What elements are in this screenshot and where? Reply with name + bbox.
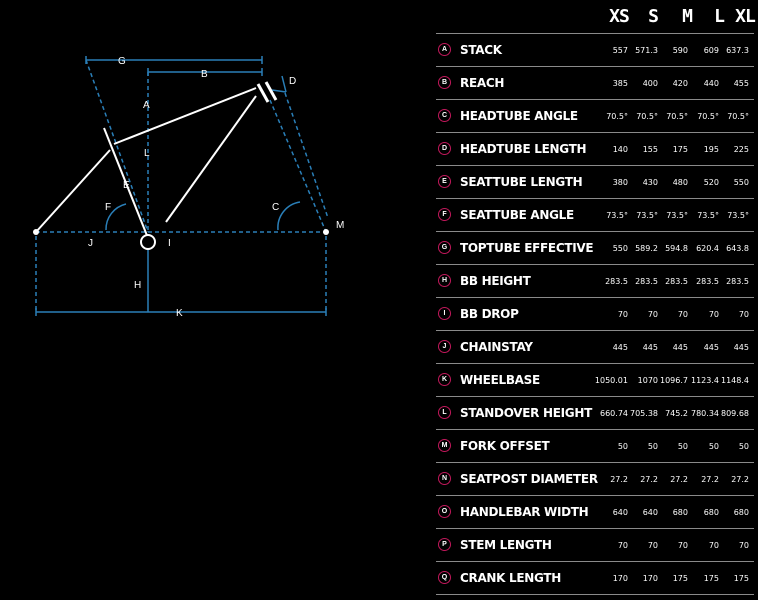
row-label: FORK OFFSET — [460, 439, 550, 453]
bottom-bracket — [140, 234, 156, 250]
row-value: 70 — [738, 541, 749, 550]
table-row: E SEATTUBE LENGTH 380 430 480 520 550 — [436, 166, 754, 199]
table-row: P STEM LENGTH 70 70 70 70 70 — [436, 529, 754, 562]
frame-geometry-diagram: G B D A L E F C M J I H K — [33, 56, 344, 319]
size-xs: XS — [609, 6, 630, 27]
row-label: STACK — [460, 43, 502, 57]
row-key-badge: O — [438, 505, 451, 518]
table-row: M FORK OFFSET 50 50 50 50 50 — [436, 430, 754, 463]
row-key-badge: C — [438, 109, 451, 122]
row-value: 1148.4 — [721, 376, 749, 385]
row-value: 175 — [733, 574, 749, 583]
front-axle-dot — [323, 229, 329, 235]
row-key-badge: L — [438, 406, 451, 419]
table-row: N SEATPOST DIAMETER 27.2 27.2 27.2 27.2 27.2 — [436, 463, 754, 496]
row-label: HEADTUBE ANGLE — [460, 109, 578, 123]
row-value: 70 — [738, 310, 749, 319]
row-value: 283.5 — [726, 277, 749, 286]
row-label: HANDLEBAR WIDTH — [460, 505, 589, 519]
row-key-badge: F — [438, 208, 451, 221]
row-value: 637.3 — [726, 46, 749, 55]
row-label: BB HEIGHT — [460, 274, 531, 288]
label-L: L — [144, 148, 150, 159]
row-label: BB DROP — [460, 307, 519, 321]
rear-axle-dot — [33, 229, 39, 235]
row-label: STEM LENGTH — [460, 538, 552, 552]
row-key-badge: I — [438, 307, 451, 320]
geometry-table: XS S M L XL A STACK 557 571.3 590 609 637.3 B RE… — [436, 0, 756, 600]
row-value: 50 — [738, 442, 749, 451]
row-value: 73.5° — [727, 211, 749, 220]
row-label: CHAINSTAY — [460, 340, 533, 354]
label-F: F — [105, 202, 111, 213]
row-value: 455 — [733, 79, 749, 88]
label-J: J — [88, 238, 93, 249]
frame-headtube — [256, 83, 270, 103]
size-xl: XL — [735, 6, 756, 27]
row-value: 445 — [733, 343, 749, 352]
table-row: G TOPTUBE EFFECTIVE 550 589.2 594.8 620.4 643.… — [436, 232, 754, 265]
row-value: 70.5° — [727, 112, 749, 121]
table-row: L STANDOVER HEIGHT 660.74 705.38 745.2 780.34… — [436, 397, 754, 430]
size-s: S — [648, 6, 659, 27]
row-key-badge: N — [438, 472, 451, 485]
row-value: 27.2 — [731, 475, 749, 484]
arc-headtube-angle — [277, 201, 301, 231]
table-row: D HEADTUBE LENGTH 140 155 175 195 225 — [436, 133, 754, 166]
table-row: F SEATTUBE ANGLE 73.5° 73.5° 73.5° 73.5° 73.5° — [436, 199, 754, 232]
table-row: Q CRANK LENGTH 170 170 175 175 175 — [436, 562, 754, 595]
row-label: SEATTUBE LENGTH — [460, 175, 583, 189]
row-value: 809.68 — [721, 409, 749, 418]
label-E: E — [123, 180, 130, 191]
label-D: D — [289, 76, 296, 87]
frame-toptube — [113, 87, 257, 145]
row-key-badge: D — [438, 142, 451, 155]
row-value: 643.8 — [726, 244, 749, 253]
row-key-badge: G — [438, 241, 451, 254]
label-I: I — [168, 238, 171, 249]
row-key-badge: A — [438, 43, 451, 56]
row-key-badge: P — [438, 538, 451, 551]
label-A: A — [143, 100, 150, 111]
size-header: XS S M L XL — [436, 0, 756, 34]
frame-seatstay — [35, 149, 111, 233]
table-row: A STACK 557 571.3 590 609 637.3 — [436, 34, 754, 67]
table-row: H BB HEIGHT 283.5 283.5 283.5 283.5 283.5 — [436, 265, 754, 298]
row-key-badge: J — [438, 340, 451, 353]
label-C: C — [272, 202, 279, 213]
label-M: M — [336, 220, 344, 231]
row-value: 225 — [733, 145, 749, 154]
label-B: B — [201, 69, 208, 80]
table-row: C HEADTUBE ANGLE 70.5° 70.5° 70.5° 70.5° 70.5° — [436, 100, 754, 133]
row-label: SEATTUBE ANGLE — [460, 208, 574, 222]
table-row: K WHEELBASE 1050.01 1070 1096.7 1123.4 1148.4 — [436, 364, 754, 397]
table-row: J CHAINSTAY 445 445 445 445 445 — [436, 331, 754, 364]
label-G: G — [118, 56, 126, 67]
label-H: H — [134, 280, 141, 291]
dim-line-toptube-guide — [85, 59, 149, 233]
frame-downtube — [165, 95, 257, 223]
table-row: B REACH 385 400 420 440 455 — [436, 67, 754, 100]
row-label: CRANK LENGTH — [460, 571, 562, 585]
row-label: REACH — [460, 76, 505, 90]
row-label: STANDOVER HEIGHT — [460, 406, 592, 420]
row-value: 550 — [733, 178, 749, 187]
table-row: I BB DROP 70 70 70 70 70 — [436, 298, 754, 331]
label-K: K — [176, 308, 183, 319]
row-label: SEATPOST DIAMETER — [460, 472, 598, 486]
row-label: HEADTUBE LENGTH — [460, 142, 587, 156]
row-key-badge: K — [438, 373, 451, 386]
row-value: 680 — [733, 508, 749, 517]
row-label: WHEELBASE — [460, 373, 540, 387]
row-key-badge: E — [438, 175, 451, 188]
row-label: TOPTUBE EFFECTIVE — [460, 241, 594, 255]
row-key-badge: Q — [438, 571, 451, 584]
row-key-badge: H — [438, 274, 451, 287]
size-m: M — [682, 6, 693, 27]
table-row: O HANDLEBAR WIDTH 640 640 680 680 680 — [436, 496, 754, 529]
row-key-badge: B — [438, 76, 451, 89]
row-key-badge: M — [438, 439, 451, 452]
